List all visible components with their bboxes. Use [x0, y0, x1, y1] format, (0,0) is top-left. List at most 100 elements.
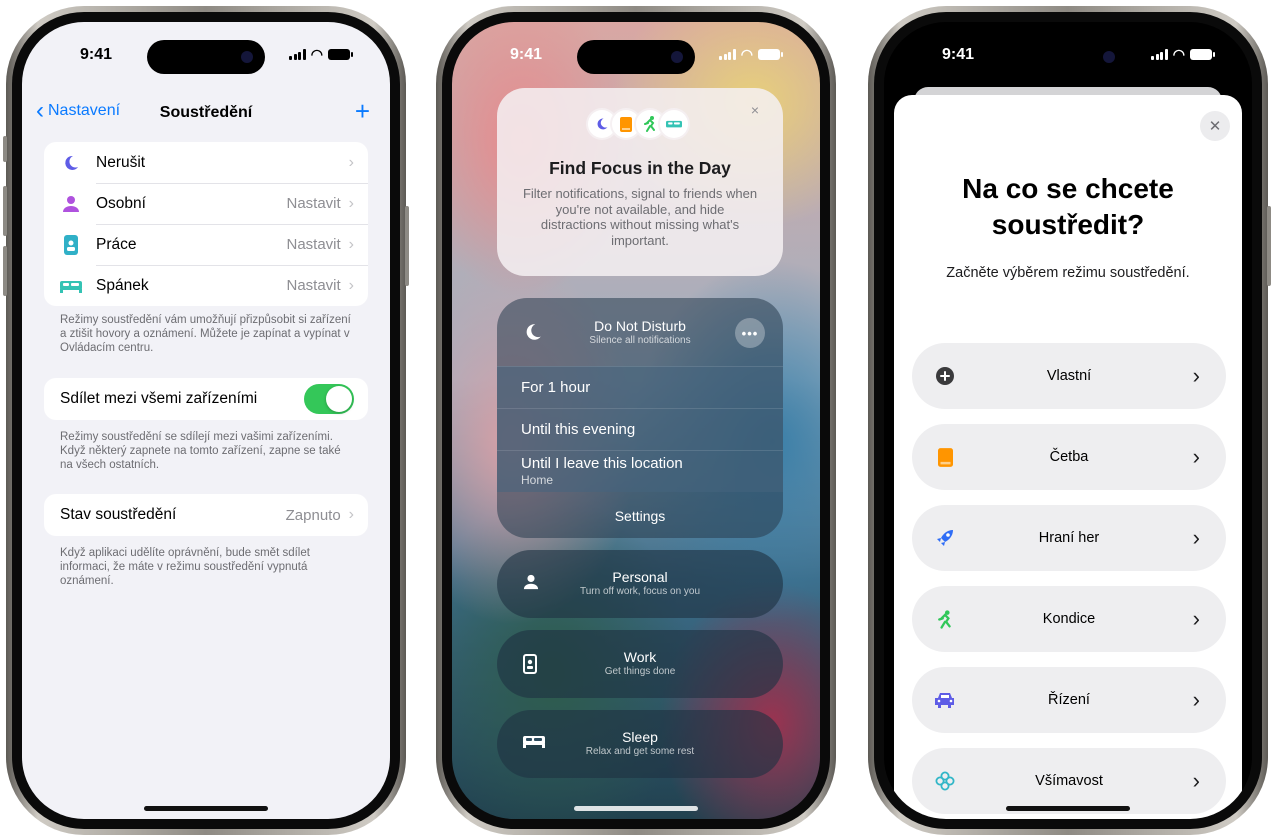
dynamic-island: [1009, 40, 1127, 74]
focus-row-label: Spánek: [96, 276, 149, 294]
promo-title: Find Focus in the Day: [549, 158, 731, 178]
sheet-title: Na co se chcete soustředit?: [894, 171, 1242, 243]
more-options-button[interactable]: •••: [735, 318, 765, 348]
modes-footnote: Režimy soustředění vám umožňují přizpůso…: [60, 314, 351, 354]
cellular-signal-icon: [1151, 48, 1168, 60]
focus-option-label: Všímavost: [1035, 773, 1103, 789]
close-button[interactable]: ✕: [1200, 111, 1230, 141]
bed-icon: [660, 110, 688, 138]
chevron-right-icon: ›: [348, 276, 354, 294]
share-devices-row: Sdílet mezi všemi zařízeními: [44, 378, 368, 420]
wifi-icon: ◠: [1172, 46, 1185, 62]
dnd-option-evening[interactable]: Until this evening: [497, 408, 783, 450]
mode-subtitle: Relax and get some rest: [585, 746, 695, 757]
focus-row-spanek[interactable]: Spánek Nastavit ›: [44, 265, 368, 306]
focus-row-prace[interactable]: Práce Nastavit ›: [44, 224, 368, 265]
sheet-subtitle: Začněte výběrem režimu soustředění.: [946, 265, 1190, 281]
share-devices-toggle[interactable]: [304, 384, 354, 414]
badge-icon: [60, 234, 82, 256]
focus-settings-button[interactable]: Settings: [497, 492, 783, 538]
focus-picker-sheet: ✕ Na co se chcete soustředit? Začněte vý…: [894, 95, 1242, 819]
nav-bar: ‹ Nastavení Soustředění +: [22, 92, 390, 132]
chevron-right-icon: ›: [348, 506, 354, 523]
share-devices-label: Sdílet mezi všemi zařízeními: [60, 390, 258, 407]
status-footnote: Když aplikaci udělíte oprávnění, bude sm…: [60, 547, 310, 587]
focus-row-value: Nastavit: [286, 195, 341, 212]
focus-picker-screen: 9:41 ◠ ✕ Na co se chcete soustředit? Zač…: [884, 22, 1252, 819]
chevron-right-icon: ›: [348, 194, 354, 212]
home-indicator[interactable]: [1006, 806, 1130, 811]
focus-option-rizeni[interactable]: Řízení ›: [912, 667, 1226, 733]
focus-option-vsimavost[interactable]: Všímavost ›: [912, 748, 1226, 814]
control-center-screen: 9:41 ◠ × Find Focus in the Day Filter no…: [452, 22, 820, 819]
focus-option-label: Řízení: [1048, 692, 1090, 708]
mode-title: Sleep: [622, 729, 658, 745]
focus-mode-sleep[interactable]: Sleep Relax and get some rest: [497, 710, 783, 778]
sheet-title-line-2: soustředit?: [991, 209, 1145, 240]
focus-option-cetba[interactable]: Četba ›: [912, 424, 1226, 490]
promo-body: Filter notifications, signal to friends …: [522, 186, 758, 248]
dnd-location-label: Until I leave this location: [521, 455, 683, 472]
wifi-icon: ◠: [310, 46, 323, 62]
chevron-right-icon: ›: [348, 235, 354, 253]
focus-status-label: Stav soustředění: [60, 506, 177, 523]
focus-option-label: Hraní her: [1038, 530, 1100, 546]
focus-modes-list: Nerušit › Osobní Nastavit › Práce Nastav…: [44, 142, 368, 306]
focus-row-label: Práce: [96, 235, 137, 253]
chevron-right-icon: ›: [1192, 687, 1200, 712]
sheet-title-line-1: Na co se chcete: [962, 173, 1174, 204]
focus-option-label: Vlastní: [1046, 368, 1092, 384]
cellular-signal-icon: [719, 48, 736, 60]
focus-option-kondice[interactable]: Kondice ›: [912, 586, 1226, 652]
status-time: 9:41: [942, 46, 975, 63]
person-icon: [60, 193, 82, 215]
chevron-right-icon: ›: [1192, 444, 1200, 469]
focus-option-label: Četba: [1049, 449, 1089, 465]
settings-screen: 9:41 ◠ ‹ Nastavení Soustředění + Nerušit…: [22, 22, 390, 819]
focus-mode-personal[interactable]: Personal Turn off work, focus on you: [497, 550, 783, 618]
share-footnote: Režimy soustředění se sdílejí mezi vašim…: [60, 431, 341, 471]
do-not-disturb-panel: Do Not Disturb Silence all notifications…: [497, 298, 783, 538]
wifi-icon: ◠: [740, 46, 753, 62]
focus-option-label: Kondice: [1042, 611, 1096, 627]
cellular-signal-icon: [289, 48, 306, 60]
mode-title: Personal: [612, 569, 668, 585]
phone-focus-picker: 9:41 ◠ ✕ Na co se chcete soustředit? Zač…: [868, 6, 1271, 835]
share-group: Sdílet mezi všemi zařízeními: [44, 378, 368, 420]
focus-mode-work[interactable]: Work Get things done: [497, 630, 783, 698]
bed-icon: [60, 275, 82, 297]
focus-row-label: Nerušit: [96, 153, 146, 171]
focus-row-osobni[interactable]: Osobní Nastavit ›: [44, 183, 368, 224]
phone-settings: 9:41 ◠ ‹ Nastavení Soustředění + Nerušit…: [3, 6, 409, 835]
focus-row-nerusit[interactable]: Nerušit ›: [44, 142, 368, 183]
home-indicator[interactable]: [144, 806, 268, 811]
do-not-disturb-header[interactable]: Do Not Disturb Silence all notifications…: [497, 298, 783, 366]
moon-icon: [60, 152, 82, 174]
focus-row-value: Nastavit: [286, 236, 341, 253]
battery-icon: [758, 48, 783, 60]
add-focus-button[interactable]: +: [355, 96, 370, 127]
chevron-right-icon: ›: [1192, 606, 1200, 631]
dnd-option-1-hour[interactable]: For 1 hour: [497, 366, 783, 408]
mode-title: Work: [623, 649, 657, 665]
chevron-right-icon: ›: [1192, 525, 1200, 550]
mode-subtitle: Turn off work, focus on you: [579, 586, 701, 597]
chevron-right-icon: ›: [1192, 768, 1200, 793]
chevron-right-icon: ›: [1192, 363, 1200, 388]
focus-row-value: Nastavit: [286, 277, 341, 294]
focus-status-group: Stav soustředění Zapnuto ›: [44, 494, 368, 536]
focus-status-row[interactable]: Stav soustředění Zapnuto ›: [44, 494, 368, 536]
focus-promo-card: × Find Focus in the Day Filter notificat…: [497, 88, 783, 276]
focus-row-label: Osobní: [96, 194, 146, 212]
home-indicator[interactable]: [574, 806, 698, 811]
page-title: Soustředění: [159, 104, 253, 121]
focus-status-value: Zapnuto: [285, 506, 341, 524]
dnd-option-location[interactable]: Until I leave this location Home: [497, 450, 783, 492]
focus-option-hrani-her[interactable]: Hraní her ›: [912, 505, 1226, 571]
screenshot-stage: 9:41 ◠ ‹ Nastavení Soustředění + Nerušit…: [0, 0, 1272, 835]
status-time: 9:41: [80, 46, 113, 63]
dnd-location-sub: Home: [521, 473, 554, 487]
battery-icon: [328, 48, 353, 60]
status-time: 9:41: [510, 46, 543, 63]
focus-option-vlastni[interactable]: Vlastní ›: [912, 343, 1226, 409]
